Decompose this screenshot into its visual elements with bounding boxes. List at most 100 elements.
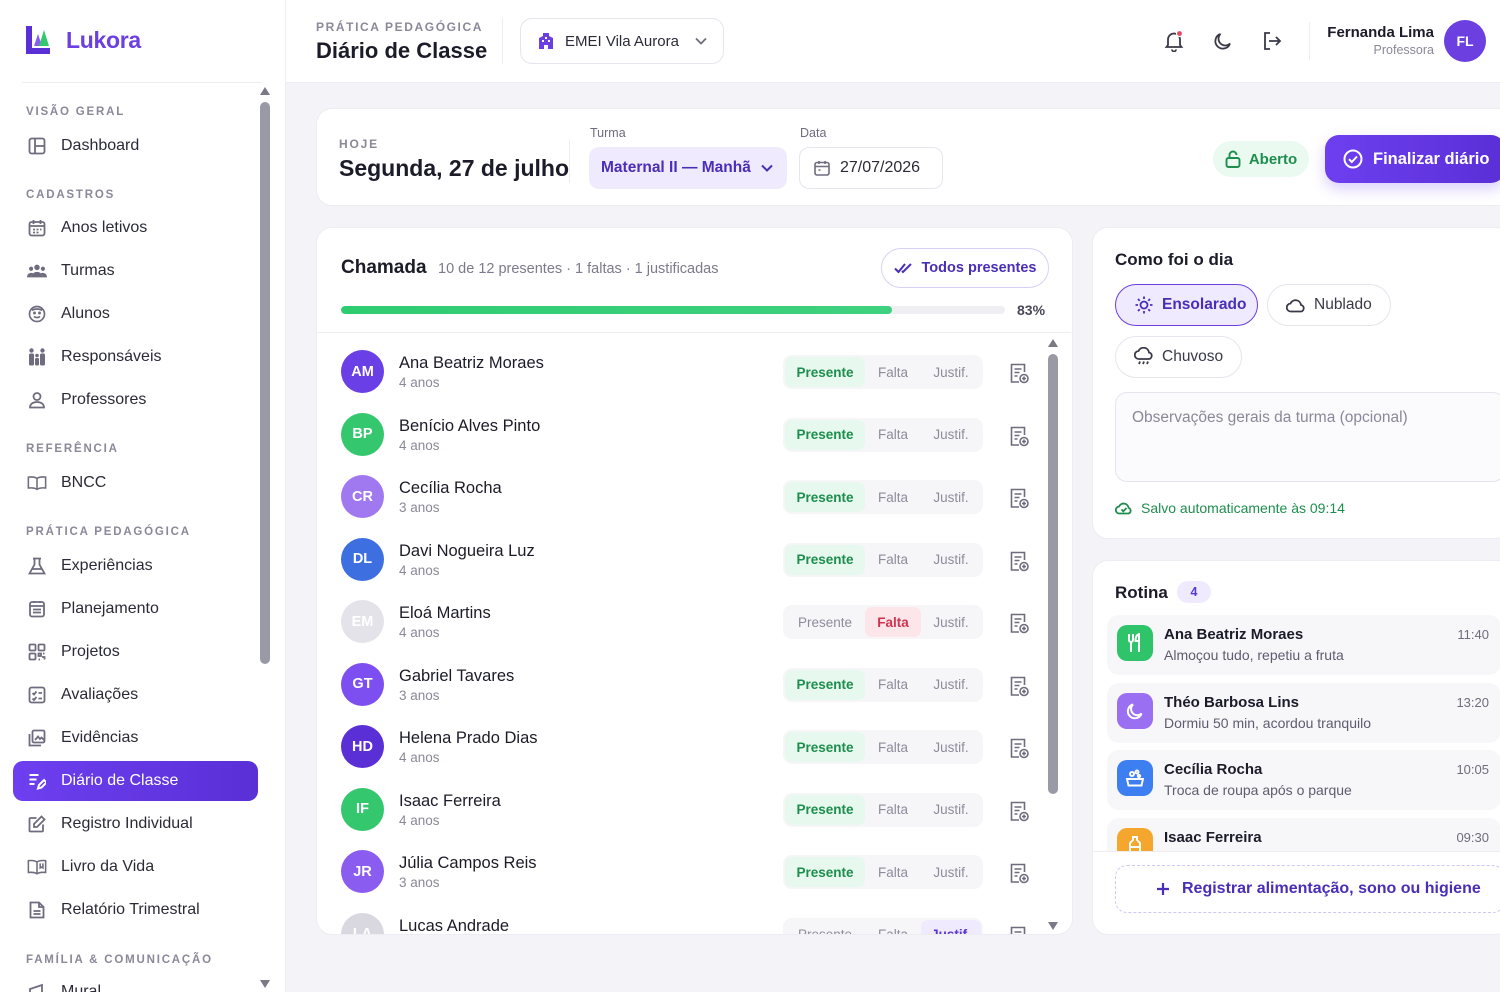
observations-textarea[interactable]: Observações gerais da turma (opcional) (1115, 392, 1500, 482)
add-note-icon[interactable] (1009, 362, 1031, 384)
add-note-icon[interactable] (1009, 800, 1031, 822)
routine-item[interactable]: Théo Barbosa Lins Dormiu 50 min, acordou … (1107, 682, 1500, 743)
sidebar-item-avaliacoes[interactable]: Avaliações (13, 675, 258, 715)
routine-item[interactable]: Cecília Rocha Troca de roupa após o parqu… (1107, 750, 1500, 810)
add-note-icon[interactable] (1009, 487, 1031, 509)
absent-option[interactable]: Falta (865, 420, 921, 450)
justified-option[interactable]: Justif. (921, 357, 981, 387)
school-select[interactable]: EMEI Vila Aurora (520, 18, 724, 64)
diary-status-badge: Aberto (1213, 141, 1309, 177)
add-note-icon[interactable] (1009, 550, 1031, 572)
student-avatar: AM (341, 350, 384, 393)
add-note-icon[interactable] (1009, 425, 1031, 447)
building-icon (537, 32, 555, 50)
justified-option[interactable]: Justif. (921, 482, 981, 512)
sidebar-scroll-up[interactable] (260, 87, 270, 95)
sidebar-item-responsaveis[interactable]: Responsáveis (13, 337, 258, 377)
justified-option[interactable]: Justif. (921, 545, 981, 575)
sidebar-item-experiencias[interactable]: Experiências (13, 546, 258, 586)
absent-option[interactable]: Falta (865, 607, 921, 637)
sidebar-item-planejamento[interactable]: Planejamento (13, 589, 258, 629)
present-option[interactable]: Presente (785, 357, 865, 387)
sidebar-scroll-down[interactable] (260, 980, 270, 988)
autosave-text: Salvo automaticamente às 09:14 (1141, 500, 1345, 516)
justified-option[interactable]: Justif. (921, 670, 981, 700)
student-row: JR Júlia Campos Reis 3 anos Presente Falta Ju… (317, 834, 1047, 896)
sidebar-item-alunos[interactable]: Alunos (13, 294, 258, 334)
sidebar-item-registro-individual[interactable]: Registro Individual (13, 804, 258, 844)
present-option[interactable]: Presente (785, 794, 865, 825)
sidebar-item-bncc[interactable]: BNCC (13, 463, 258, 503)
weather-chip-nublado[interactable]: Nublado (1267, 284, 1391, 326)
family-icon (27, 347, 47, 367)
user-avatar[interactable]: FL (1444, 20, 1486, 62)
lukora-logo-icon (24, 24, 54, 56)
weather-chip-ensolarado[interactable]: Ensolarado (1115, 284, 1258, 326)
date-input[interactable]: 27/07/2026 (799, 147, 943, 189)
sidebar-item-turmas[interactable]: Turmas (13, 251, 258, 291)
sidebar-item-relatorio-trimestral[interactable]: Relatório Trimestral (13, 890, 258, 930)
sidebar-item-label: Mural (61, 983, 102, 992)
add-note-icon[interactable] (1009, 612, 1031, 634)
all-present-button[interactable]: Todos presentes (881, 248, 1049, 288)
absent-option[interactable]: Falta (865, 357, 921, 387)
status-text: Aberto (1248, 150, 1298, 168)
add-note-icon[interactable] (1009, 675, 1031, 697)
justified-option[interactable]: Justif. (921, 420, 981, 450)
student-list-scroll-down[interactable] (1048, 922, 1058, 930)
diary-toolbar-card: HOJE Segunda, 27 de julho Turma Maternal… (316, 108, 1500, 206)
sidebar-item-projetos[interactable]: Projetos (13, 632, 258, 672)
register-routine-button[interactable]: Registrar alimentação, sono ou higiene (1115, 865, 1500, 913)
section-pratica-pedagogica: PRÁTICA PEDAGÓGICA (26, 526, 191, 538)
sidebar-item-professores[interactable]: Professores (13, 380, 258, 420)
turma-label: Turma (590, 126, 626, 140)
student-age: 4 anos (399, 812, 440, 828)
justified-option[interactable]: Justif. (921, 732, 981, 762)
justified-option[interactable]: Justif. (921, 919, 981, 934)
add-note-icon[interactable] (1009, 862, 1031, 884)
absent-option[interactable]: Falta (865, 857, 921, 887)
date-label: Data (800, 126, 827, 140)
finalize-diary-button[interactable]: Finalizar diário (1325, 135, 1500, 183)
present-option[interactable]: Presente (785, 482, 865, 512)
turma-select[interactable]: Maternal II — Manhã (589, 147, 787, 189)
brand[interactable]: Lukora (24, 24, 141, 56)
sidebar-item-mural[interactable]: Mural (13, 972, 258, 992)
logout-icon[interactable] (1261, 30, 1283, 52)
notification-bell-icon[interactable] (1163, 30, 1185, 52)
dark-mode-moon-icon[interactable] (1212, 30, 1234, 52)
sidebar-item-diario-de-classe[interactable]: Diário de Classe (13, 761, 258, 801)
sidebar-item-dashboard[interactable]: Dashboard (13, 126, 258, 166)
student-list-scroll-up[interactable] (1048, 339, 1058, 347)
present-option[interactable]: Presente (785, 419, 865, 450)
add-note-icon[interactable] (1009, 737, 1031, 759)
absent-option[interactable]: Falta (865, 732, 921, 762)
student-list-scrollbar[interactable] (1048, 354, 1058, 794)
present-option[interactable]: Presente (785, 607, 865, 637)
sidebar-scrollbar[interactable] (260, 102, 270, 664)
present-option[interactable]: Presente (785, 732, 865, 762)
present-option[interactable]: Presente (785, 544, 865, 575)
add-note-icon[interactable] (1009, 925, 1031, 934)
present-option[interactable]: Presente (785, 920, 865, 934)
routine-student-name: Cecília Rocha (1164, 761, 1263, 778)
weather-chip-chuvoso[interactable]: Chuvoso (1115, 336, 1242, 378)
absent-option[interactable]: Falta (865, 482, 921, 512)
present-option[interactable]: Presente (785, 857, 865, 887)
justified-option[interactable]: Justif. (921, 607, 981, 637)
sidebar-item-livro-da-vida[interactable]: Livro da Vida (13, 847, 258, 887)
justified-option[interactable]: Justif. (921, 857, 981, 887)
present-option[interactable]: Presente (785, 669, 865, 700)
sidebar: Lukora VISÃO GERAL Dashboard CADASTROS A… (0, 0, 286, 992)
header-divider (502, 18, 503, 64)
justified-option[interactable]: Justif. (921, 795, 981, 825)
sidebar-item-anos-letivos[interactable]: Anos letivos (13, 208, 258, 248)
mural-icon (27, 982, 47, 992)
absent-option[interactable]: Falta (865, 670, 921, 700)
absent-option[interactable]: Falta (865, 920, 921, 934)
routine-item[interactable]: Ana Beatriz Moraes Almoçou tudo, repetiu … (1107, 615, 1500, 675)
sidebar-item-evidencias[interactable]: Evidências (13, 718, 258, 758)
absent-option[interactable]: Falta (865, 545, 921, 575)
routine-item[interactable]: Isaac Ferreira 09:30 (1107, 817, 1500, 851)
absent-option[interactable]: Falta (865, 795, 921, 825)
